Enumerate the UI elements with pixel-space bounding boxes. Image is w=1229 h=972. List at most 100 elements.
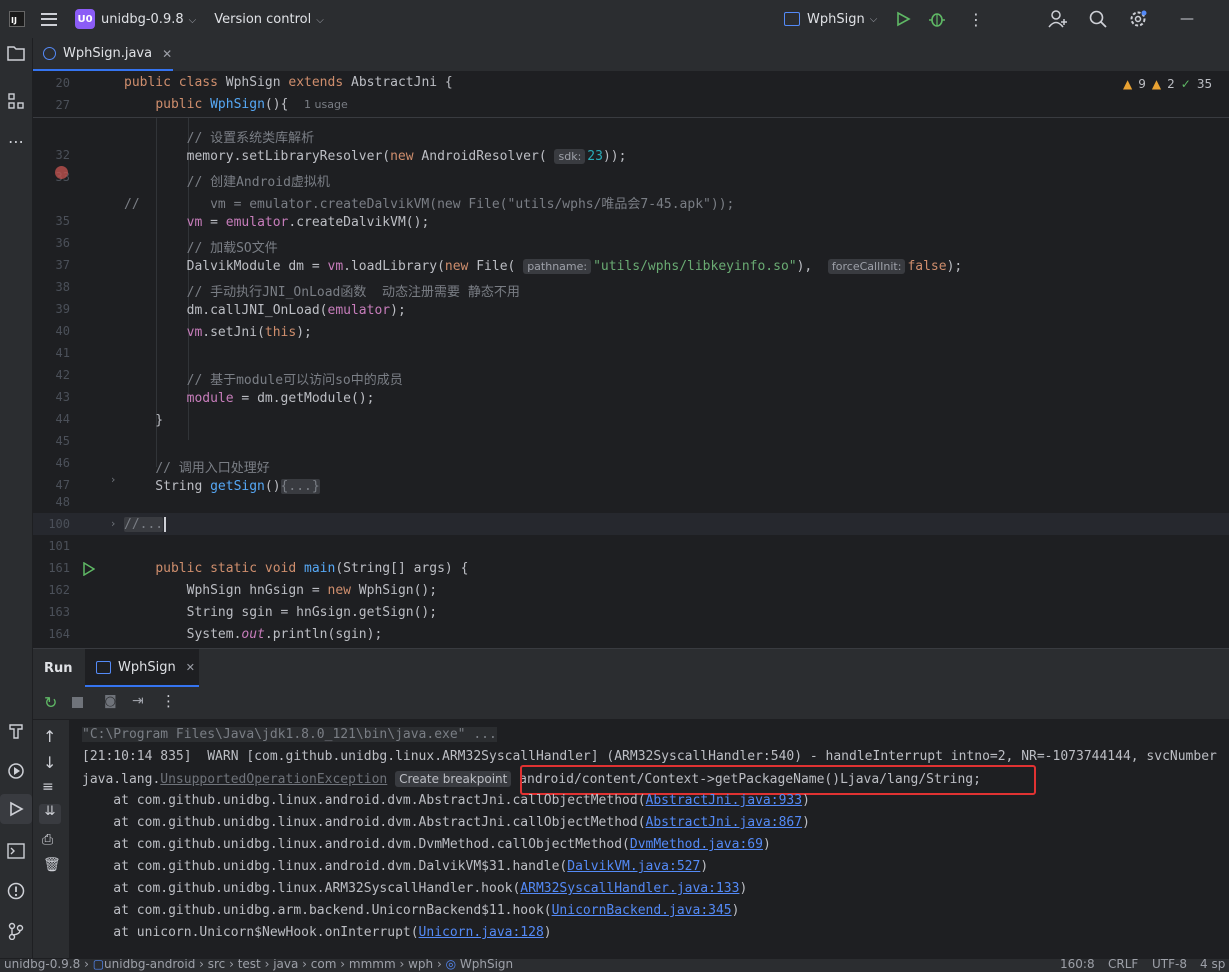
code-line: WphSign hnGsign = new WphSign();: [124, 583, 438, 598]
line-number: 39: [55, 302, 70, 316]
run-main-gutter-icon[interactable]: [83, 561, 96, 580]
fold-icon[interactable]: ›: [111, 517, 115, 530]
print-icon[interactable]: ⎙: [42, 832, 53, 848]
weak-warning-count: 2: [1167, 77, 1175, 91]
run-panel-title: Run: [44, 661, 73, 676]
code-line: // 基于module可以访问so中的成员: [186, 373, 403, 388]
structure-icon[interactable]: [0, 86, 32, 116]
tab-wphsign-java[interactable]: WphSign.java ✕: [33, 38, 173, 71]
warning-icon: ▲: [1123, 77, 1133, 91]
line-number: 43: [55, 390, 70, 404]
exception-link[interactable]: UnsupportedOperationException: [160, 772, 387, 787]
chevron-down-icon: ⌵: [316, 14, 324, 26]
code-line: module = dm.getModule();: [186, 391, 375, 406]
debug-button[interactable]: [928, 0, 946, 38]
down-arrow-icon[interactable]: ↓: [43, 753, 56, 772]
more-actions-icon[interactable]: ⋮: [968, 0, 984, 38]
warning-count: 9: [1138, 77, 1146, 91]
scroll-to-end-icon[interactable]: ⇊: [39, 804, 61, 824]
caret-position[interactable]: 160:8: [1060, 959, 1095, 971]
code-editor[interactable]: 32 33 35 36 37 38 39 40 41 42 43 44 45 4…: [33, 72, 1229, 647]
run-config-selector[interactable]: WphSign ⌵: [784, 0, 877, 38]
soft-wrap-icon[interactable]: ≡: [42, 779, 54, 795]
breadcrumb[interactable]: unidbg-0.9.8 › ▢unidbg-android › src › t…: [4, 959, 513, 971]
line-number: 40: [55, 324, 70, 338]
line-number: 42: [55, 368, 70, 382]
status-bar: unidbg-0.9.8 › ▢unidbg-android › src › t…: [0, 958, 1229, 972]
search-icon[interactable]: [1089, 0, 1107, 38]
source-link[interactable]: ARM32SyscallHandler.java:133: [520, 881, 739, 896]
console-command-line[interactable]: "C:\Program Files\Java\jdk1.8.0_121\bin\…: [82, 727, 497, 742]
source-link[interactable]: DvmMethod.java:69: [630, 837, 763, 852]
line-number: 161: [48, 561, 70, 575]
folded-code[interactable]: {...}: [280, 479, 320, 494]
terminal-icon[interactable]: [0, 836, 32, 866]
tab-run-wphsign[interactable]: WphSign ✕: [85, 649, 199, 687]
line-number: 48: [55, 495, 70, 509]
editor-tab-bar: WphSign.java ✕: [33, 38, 1229, 72]
stop-icon[interactable]: [72, 697, 83, 708]
tab-label: WphSign.java: [63, 46, 153, 61]
screenshot-icon[interactable]: ◙: [104, 694, 117, 709]
java-class-icon: [96, 660, 111, 674]
close-tab-icon[interactable]: ✕: [162, 47, 172, 61]
create-breakpoint-button[interactable]: Create breakpoint: [395, 771, 512, 787]
title-bar: IJ U0 unidbg-0.9.8 ⌵ Version control ⌵ Wph…: [0, 0, 1229, 39]
line-separator[interactable]: CRLF: [1108, 959, 1138, 971]
run-tool-icon[interactable]: [0, 794, 32, 824]
version-control-menu[interactable]: Version control ⌵: [214, 12, 324, 27]
source-link[interactable]: DalvikVM.java:527: [567, 859, 700, 874]
exit-icon[interactable]: ⇥: [132, 693, 144, 709]
inspection-widget[interactable]: ▲ 9 ▲ 2 ✓ 35: [1123, 77, 1212, 91]
file-encoding[interactable]: UTF-8: [1152, 959, 1187, 971]
more-actions-icon[interactable]: ⋮: [161, 692, 176, 710]
trash-icon[interactable]: 🗑: [43, 857, 61, 873]
check-icon: ✓: [1180, 77, 1191, 91]
line-number: 44: [55, 412, 70, 426]
stack-trace-line: at com.github.unidbg.linux.android.dvm.D…: [82, 837, 771, 852]
run-tab-label: WphSign: [118, 659, 176, 675]
code-line: //...: [124, 517, 167, 532]
run-config-name: WphSign: [807, 11, 865, 27]
line-number: 41: [55, 346, 70, 360]
fold-icon[interactable]: ›: [111, 473, 115, 486]
main-menu-icon[interactable]: [41, 12, 57, 26]
stack-trace-line: at unicorn.Unicorn$NewHook.onInterrupt(U…: [82, 925, 552, 940]
close-tab-icon[interactable]: ✕: [186, 661, 195, 674]
stack-trace-line: at com.github.unidbg.linux.android.dvm.A…: [82, 793, 810, 808]
project-badge[interactable]: U0: [75, 9, 95, 29]
code-line: String getSign(){...}: [124, 479, 320, 494]
play-icon: [897, 11, 911, 27]
line-number: 36: [55, 236, 70, 250]
line-number: 37: [55, 258, 70, 272]
usage-hint[interactable]: 1 usage: [304, 98, 348, 111]
rerun-icon[interactable]: ↻: [44, 693, 57, 712]
build-hammer-icon[interactable]: [0, 716, 32, 746]
git-icon[interactable]: [0, 916, 32, 946]
line-number: 46: [55, 456, 70, 470]
up-arrow-icon[interactable]: ↑: [43, 727, 56, 746]
folded-code[interactable]: //...: [124, 517, 164, 532]
code-line: public WphSign(){ 1 usage: [155, 97, 348, 112]
more-tools-icon[interactable]: ⋯: [0, 126, 32, 156]
code-line: // 手动执行JNI_OnLoad函数 动态注册需要 静态不用: [186, 285, 520, 300]
problems-icon[interactable]: [0, 876, 32, 906]
indent-setting[interactable]: 4 sp: [1200, 959, 1225, 971]
services-icon[interactable]: [0, 756, 32, 786]
run-tool-window: Run WphSign ✕ ↻ ◙ ⇥ ⋮ ↑ ↓ ≡ ⇊ ⎙ 🗑 "C:\Pr…: [33, 648, 1229, 960]
run-button[interactable]: [895, 0, 911, 38]
project-tool-folder-icon[interactable]: [0, 38, 32, 68]
breakpoint-icon[interactable]: [55, 166, 68, 179]
console-warn-line: [21:10:14 835] WARN [com.github.unidbg.l…: [82, 749, 1217, 764]
source-link[interactable]: Unicorn.java:128: [419, 925, 544, 940]
settings-gear-icon[interactable]: [1128, 0, 1148, 38]
code-line: dm.callJNI_OnLoad(emulator);: [124, 303, 406, 318]
code-line: public static void main(String[] args) {: [155, 561, 469, 576]
add-user-icon[interactable]: [1048, 0, 1068, 38]
source-link[interactable]: AbstractJni.java:867: [646, 815, 803, 830]
project-name[interactable]: unidbg-0.9.8 ⌵: [101, 12, 196, 27]
minimize-icon[interactable]: —: [1180, 0, 1194, 38]
source-link[interactable]: UnicornBackend.java:345: [552, 903, 732, 918]
stack-trace-line: at com.github.unidbg.linux.ARM32SyscallH…: [82, 881, 748, 896]
source-link[interactable]: AbstractJni.java:933: [646, 793, 803, 808]
